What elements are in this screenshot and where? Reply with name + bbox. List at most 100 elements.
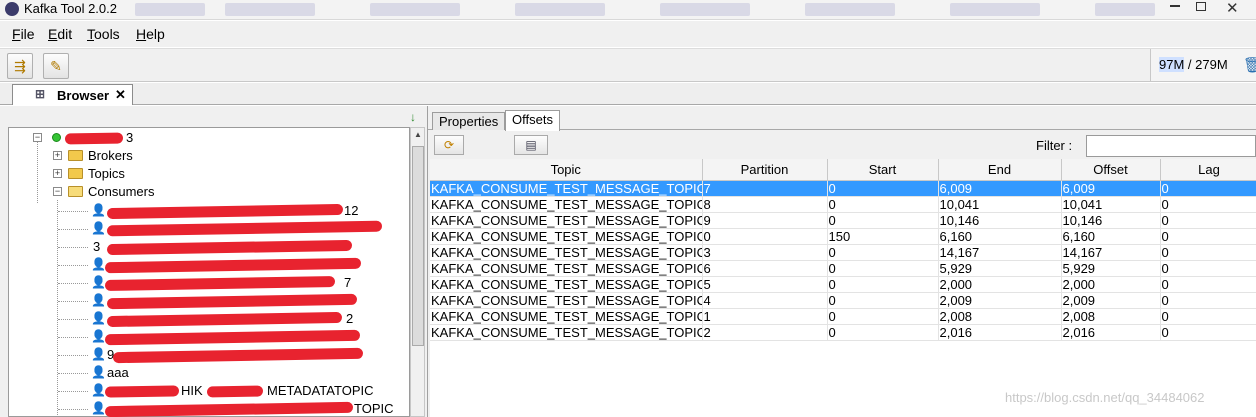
refresh-arrow-icon[interactable]: ↓ (410, 110, 416, 124)
collapse-icon[interactable]: − (33, 133, 42, 142)
tree-node-consumer[interactable]: 👤 TOPIC (9, 400, 409, 417)
background-taskbar-tab (950, 3, 1040, 16)
menu-bar: File Edit Tools Help (0, 21, 1256, 47)
print-button[interactable]: ▤ (514, 135, 548, 155)
cell-partition: 8 (702, 196, 828, 213)
garbage-collect-icon[interactable]: 🗑 (1243, 56, 1256, 74)
table-row[interactable]: KAFKA_CONSUME_TEST_MESSAGE_TOPIC 9 0 10,… (430, 212, 1256, 229)
cell-lag: 0 (1160, 196, 1256, 213)
cluster-tree[interactable]: − 3 + Brokers + Topics − Consumers 👤 12 … (8, 127, 410, 417)
tree-node-topics[interactable]: + Topics (9, 165, 409, 183)
table-row[interactable]: KAFKA_CONSUME_TEST_MESSAGE_TOPIC 0 150 6… (430, 228, 1256, 245)
table-row[interactable]: KAFKA_CONSUME_TEST_MESSAGE_TOPIC 4 0 2,0… (430, 292, 1256, 309)
folder-icon (68, 150, 83, 161)
tree-node-consumer[interactable]: 👤 (9, 328, 409, 346)
cell-topic: KAFKA_CONSUME_TEST_MESSAGE_TOPIC (430, 244, 703, 261)
tab-offsets[interactable]: Offsets (505, 110, 560, 131)
collapse-icon[interactable]: − (53, 187, 62, 196)
table-row[interactable]: KAFKA_CONSUME_TEST_MESSAGE_TOPIC 6 0 5,9… (430, 260, 1256, 277)
table-row[interactable]: KAFKA_CONSUME_TEST_MESSAGE_TOPIC 1 0 2,0… (430, 308, 1256, 325)
menu-file[interactable]: File (12, 26, 35, 42)
cell-offset: 10,041 (1061, 196, 1161, 213)
minimize-icon[interactable] (1170, 5, 1180, 7)
cell-offset: 10,146 (1061, 212, 1161, 229)
tree-node-consumer[interactable]: 3 (9, 238, 409, 256)
tree-node-consumer[interactable]: 👤 9 (9, 346, 409, 364)
offsets-table-area: Topic Partition Start End Offset Lag KAF… (430, 159, 1256, 417)
column-header-end[interactable]: End (938, 159, 1062, 181)
column-header-lag[interactable]: Lag (1160, 159, 1256, 181)
tree-node-cluster[interactable]: − 3 (9, 129, 409, 147)
column-header-partition[interactable]: Partition (702, 159, 828, 181)
browser-tree-icon: ⊞ (35, 87, 46, 101)
cell-offset: 2,016 (1061, 324, 1161, 341)
cell-end: 2,008 (938, 308, 1062, 325)
cell-start: 0 (827, 212, 939, 229)
table-row[interactable]: KAFKA_CONSUME_TEST_MESSAGE_TOPIC 8 0 10,… (430, 196, 1256, 213)
consumer-user-icon: 👤 (91, 293, 106, 307)
filter-input[interactable] (1086, 135, 1256, 157)
tree-node-consumer[interactable]: 👤 7 (9, 274, 409, 292)
tree-node-consumer[interactable]: 👤 (9, 220, 409, 238)
redaction-mark (104, 385, 180, 398)
redaction-mark (106, 220, 383, 237)
add-connection-button[interactable]: ⇶ (7, 53, 33, 79)
tab-browser[interactable]: ⊞ Browser ✕ (12, 84, 133, 105)
refresh-icon: ⟳ (443, 138, 455, 152)
cell-lag: 0 (1160, 180, 1256, 197)
menu-help[interactable]: Help (136, 26, 165, 42)
menu-tools[interactable]: Tools (87, 26, 120, 42)
background-taskbar-tab (135, 3, 205, 16)
cell-topic: KAFKA_CONSUME_TEST_MESSAGE_TOPIC (430, 212, 703, 229)
cell-end: 10,041 (938, 196, 1062, 213)
cell-offset: 2,000 (1061, 276, 1161, 293)
scroll-up-icon[interactable]: ▲ (412, 130, 424, 139)
cell-topic: KAFKA_CONSUME_TEST_MESSAGE_TOPIC (430, 196, 703, 213)
tree-node-consumer-aaa[interactable]: 👤 aaa (9, 364, 409, 382)
tree-node-consumer[interactable]: 👤 2 (9, 310, 409, 328)
table-header-row: Topic Partition Start End Offset Lag (430, 159, 1256, 181)
cell-end: 6,160 (938, 228, 1062, 245)
tree-scrollbar[interactable]: ▲ (410, 127, 425, 417)
column-header-offset[interactable]: Offset (1061, 159, 1161, 181)
tab-properties[interactable]: Properties (432, 112, 506, 130)
cell-topic: KAFKA_CONSUME_TEST_MESSAGE_TOPIC (430, 180, 703, 197)
background-taskbar-tab (805, 3, 895, 16)
background-taskbar-tab (1095, 3, 1155, 16)
background-taskbar-tab (515, 3, 605, 16)
cell-end: 5,929 (938, 260, 1062, 277)
cell-partition: 4 (702, 292, 828, 309)
close-window-icon[interactable]: ✕ (1226, 0, 1239, 17)
watermark: https://blog.csdn.net/qq_34484062 (1005, 390, 1205, 405)
column-header-topic[interactable]: Topic (430, 159, 703, 181)
cell-offset: 6,160 (1061, 228, 1161, 245)
expand-icon[interactable]: + (53, 169, 62, 178)
tree-node-consumer[interactable]: 👤 (9, 292, 409, 310)
cell-start: 150 (827, 228, 939, 245)
menu-edit[interactable]: Edit (48, 26, 72, 42)
table-row[interactable]: KAFKA_CONSUME_TEST_MESSAGE_TOPIC 7 0 6,0… (430, 180, 1256, 197)
tree-node-consumer[interactable]: 👤 HIK METADATA TOPIC (9, 382, 409, 400)
cell-partition: 5 (702, 276, 828, 293)
edit-connection-button[interactable]: ✎ (43, 53, 69, 79)
redaction-mark (106, 203, 344, 220)
cell-end: 10,146 (938, 212, 1062, 229)
cell-start: 0 (827, 244, 939, 261)
cell-topic: KAFKA_CONSUME_TEST_MESSAGE_TOPIC (430, 324, 703, 341)
scroll-thumb[interactable] (412, 146, 424, 346)
tree-node-brokers[interactable]: + Brokers (9, 147, 409, 165)
tree-node-consumer[interactable]: 👤 12 (9, 202, 409, 220)
table-row[interactable]: KAFKA_CONSUME_TEST_MESSAGE_TOPIC 3 0 14,… (430, 244, 1256, 261)
column-header-start[interactable]: Start (827, 159, 939, 181)
redaction-mark (106, 293, 358, 310)
close-tab-icon[interactable]: ✕ (115, 87, 126, 103)
cell-start: 0 (827, 276, 939, 293)
expand-icon[interactable]: + (53, 151, 62, 160)
refresh-offsets-button[interactable]: ⟳ (434, 135, 464, 155)
kafka-app-icon (5, 2, 19, 16)
tree-node-consumer[interactable]: 👤 (9, 256, 409, 274)
tree-node-consumers[interactable]: − Consumers (9, 183, 409, 201)
table-row[interactable]: KAFKA_CONSUME_TEST_MESSAGE_TOPIC 2 0 2,0… (430, 324, 1256, 341)
table-row[interactable]: KAFKA_CONSUME_TEST_MESSAGE_TOPIC 5 0 2,0… (430, 276, 1256, 293)
maximize-icon[interactable] (1196, 2, 1206, 11)
